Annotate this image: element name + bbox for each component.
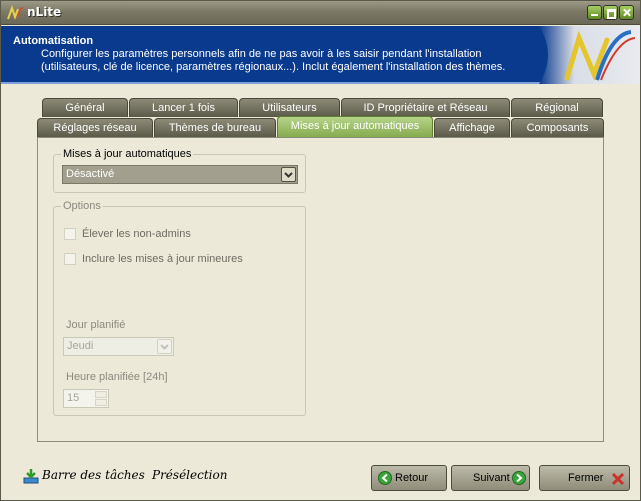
- back-button[interactable]: Retour: [371, 465, 447, 491]
- tab-general[interactable]: Général: [42, 98, 128, 117]
- page-title: Automatisation: [13, 35, 94, 47]
- options-group-label: Options: [61, 200, 103, 212]
- close-label: Fermer: [568, 472, 604, 484]
- tab-panel: Mises à jour automatiques Désactivé Opti…: [37, 137, 604, 442]
- description-line-2: (utilisateurs, clé de licence, paramètre…: [41, 61, 506, 73]
- nlite-logo-icon: [7, 5, 24, 20]
- time-stepper[interactable]: 15: [63, 389, 109, 408]
- nlite-header-logo: [539, 26, 640, 84]
- main-window: nLite Automatisation Configurer les para…: [0, 0, 641, 501]
- taskbar-label: Barre des tâches: [42, 468, 145, 482]
- day-value: Jeudi: [67, 340, 94, 352]
- maximize-button[interactable]: [603, 5, 618, 20]
- auto-updates-select[interactable]: Désactivé: [62, 165, 298, 184]
- elevate-checkbox[interactable]: [64, 228, 76, 240]
- tab-reglages-reseau[interactable]: Réglages réseau: [37, 118, 153, 137]
- page-header: Automatisation Configurer les paramètres…: [1, 26, 640, 84]
- arrow-right-icon: [512, 471, 526, 485]
- minor-updates-label: Inclure les mises à jour mineures: [82, 253, 243, 265]
- next-label: Suivant: [473, 472, 510, 484]
- minimize-button[interactable]: [587, 5, 602, 20]
- auto-updates-value: Désactivé: [66, 168, 115, 180]
- time-label: Heure planifiée [24h]: [66, 371, 168, 383]
- window-title: nLite: [27, 5, 62, 19]
- auto-updates-group-label: Mises à jour automatiques: [61, 148, 194, 160]
- tab-themes-bureau[interactable]: Thèmes de bureau: [154, 118, 276, 137]
- tab-affichage[interactable]: Affichage: [434, 118, 510, 137]
- next-button[interactable]: Suivant: [451, 465, 530, 491]
- chevron-down-icon[interactable]: [281, 167, 296, 182]
- tab-lancer-1-fois[interactable]: Lancer 1 fois: [129, 98, 238, 117]
- auto-updates-group: Mises à jour automatiques Désactivé: [53, 148, 306, 193]
- back-label: Retour: [395, 472, 429, 484]
- day-select[interactable]: Jeudi: [63, 337, 174, 356]
- chevron-down-icon[interactable]: [157, 339, 172, 354]
- spin-up-icon[interactable]: [95, 391, 107, 398]
- page-description: Configurer les paramètres personnels afi…: [41, 48, 521, 74]
- spin-down-icon[interactable]: [95, 399, 107, 406]
- arrow-left-icon: [378, 471, 392, 485]
- tab-utilisateurs[interactable]: Utilisateurs: [239, 98, 340, 117]
- close-x-icon: [611, 472, 625, 486]
- options-group: Options Élever les non-admins Inclure le…: [53, 200, 306, 416]
- close-button[interactable]: Fermer: [539, 465, 630, 491]
- tab-id-proprietaire[interactable]: ID Propriétaire et Réseau: [341, 98, 510, 117]
- title-bar[interactable]: nLite: [1, 1, 640, 25]
- time-value: 15: [67, 392, 80, 404]
- download-arrow-icon: [23, 469, 39, 484]
- elevate-label: Élever les non-admins: [82, 228, 191, 240]
- tab-mises-a-jour[interactable]: Mises à jour automatiques: [277, 116, 433, 137]
- tab-composants[interactable]: Composants: [511, 118, 604, 137]
- tab-regional[interactable]: Régional: [511, 98, 603, 117]
- close-window-button[interactable]: [619, 5, 634, 20]
- preset-link[interactable]: Présélection: [152, 468, 227, 482]
- day-label: Jour planifié: [66, 319, 126, 331]
- minor-updates-checkbox[interactable]: [64, 253, 76, 265]
- description-line-1: Configurer les paramètres personnels afi…: [41, 48, 482, 60]
